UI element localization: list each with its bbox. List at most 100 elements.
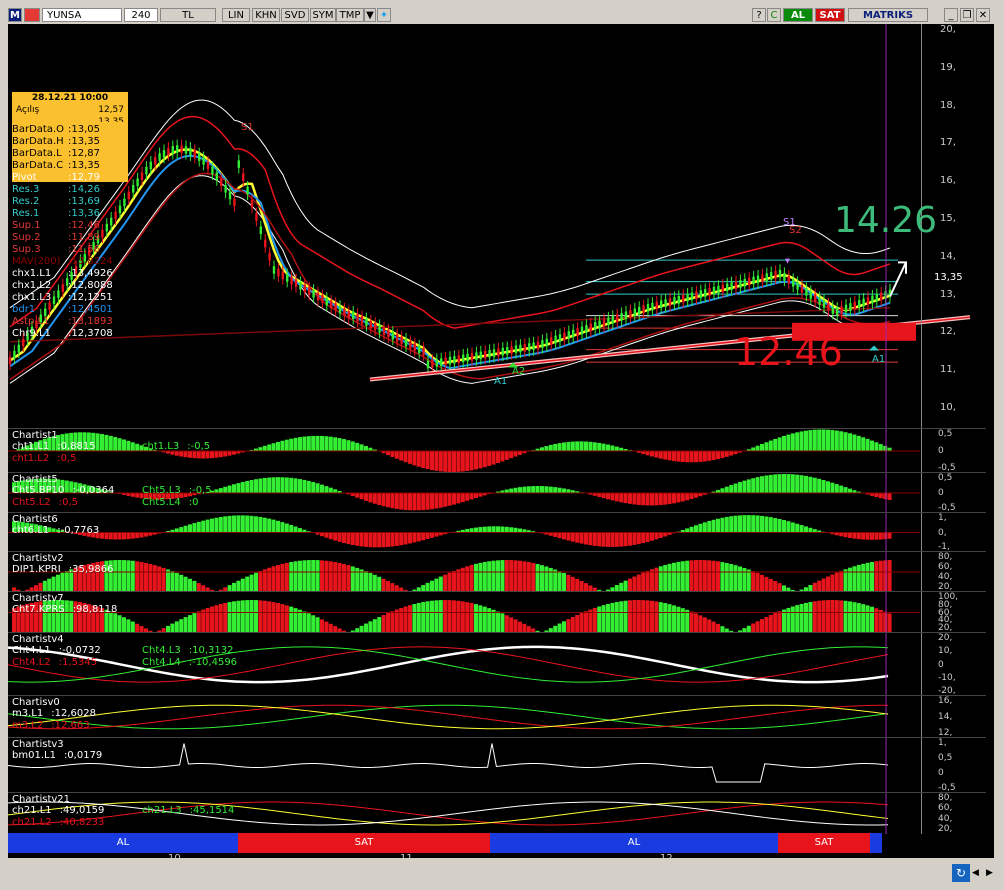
data-row-label: chx1.L1: [12, 268, 52, 279]
candle-body: [677, 296, 680, 304]
histogram-bar: [126, 532, 131, 540]
currency-select[interactable]: TL: [160, 8, 216, 22]
histogram-bar: [865, 605, 870, 633]
data-row-label: bdr1: [12, 304, 36, 315]
histogram-bar: [702, 617, 707, 633]
indicator-label-value: :0,8815: [57, 441, 96, 452]
histogram-bar: [113, 613, 118, 633]
svd-button[interactable]: SVD: [281, 8, 309, 22]
histogram-bar: [575, 441, 580, 451]
histogram-bar: [359, 569, 364, 592]
tmp-button[interactable]: TMP: [336, 8, 364, 22]
histogram-bar: [566, 441, 571, 451]
histogram-bar: [205, 519, 210, 533]
price-pane[interactable]: 20, 19, 18, 17, 16, 15, 14, 13, 12, 11, 10, 13,35 …: [8, 24, 986, 428]
nav-left-icon[interactable]: ◀: [972, 868, 982, 878]
dropdown-icon[interactable]: ▼: [364, 8, 376, 22]
data-row-label: Pivot: [12, 172, 37, 183]
histogram-bar: [227, 485, 232, 493]
indicator-pane-cht6[interactable]: Chartist6 cht6.L1:-0,7763 1, 0, -1,: [8, 512, 986, 552]
histogram-bar: [830, 574, 835, 592]
histogram-bar: [320, 435, 324, 451]
minimize-icon[interactable]: _: [944, 8, 958, 22]
indicator-pane-cht5[interactable]: Chartist5 Cht5.BP10:-0,0364 Cht5.L2:0,5 Cht…: [8, 472, 986, 513]
histogram-bar: [773, 518, 778, 533]
histogram-bar: [214, 517, 219, 533]
indicator-pane-dip[interactable]: Chartistv2 DIP1.KPRI:35,9866 80, 60, 40, 20,: [8, 551, 986, 592]
indicator-pane-bm01[interactable]: Chartistv3 bm01.L1:0,0179 1, 0,5 0 -0,5: [8, 737, 986, 793]
tooltip-open-value: 12,57: [98, 105, 124, 115]
histogram-bar: [812, 477, 817, 493]
histogram-bar: [469, 451, 474, 471]
histogram-bar: [808, 476, 813, 493]
indicator-pane-cht4[interactable]: Chartistv4 Cht4.L1:-0,0732 Cht4.L2:1,5345 C…: [8, 632, 986, 696]
histogram-bar: [531, 486, 536, 493]
histogram-bar: [764, 516, 769, 533]
indicator-pane-cht7[interactable]: Chartistv7 Cht7.KPRS:98,8118 100, 80, 60, 40,…: [8, 591, 986, 633]
indicator-pane-cht1[interactable]: Chartist1 cht1.L1:0,8815 cht1.L2:0,5 cht1.L…: [8, 428, 986, 473]
histogram-bar: [777, 611, 782, 633]
close-icon[interactable]: ✕: [976, 8, 990, 22]
indicator-pane-m3[interactable]: Chartisv0 m3.L1:12,6028 m3.L2:12,663 16, 14,…: [8, 695, 986, 738]
candle-body: [171, 146, 174, 154]
indicator-axis: 0,5 0 -0,5: [921, 429, 986, 473]
histogram-bar: [597, 442, 602, 451]
histogram-bar: [685, 451, 690, 463]
indicator-axis: 1, 0, -1,: [921, 513, 986, 552]
buy-button[interactable]: AL: [783, 8, 813, 22]
histogram-bar: [245, 600, 250, 633]
khn-button[interactable]: KHN: [252, 8, 280, 22]
histogram-bar: [584, 532, 588, 545]
histogram-bar: [716, 561, 720, 592]
m-logo-icon[interactable]: M: [8, 8, 22, 22]
histogram-bar: [764, 475, 769, 493]
histogram-bar: [887, 560, 892, 592]
candle-body: [413, 343, 416, 351]
histogram-bar: [324, 560, 329, 592]
indicator-pane-ch21[interactable]: Chartistv21 ch21.L1:49,0159 ch21.L2:40,823…: [8, 792, 986, 834]
candle-body: [554, 335, 557, 344]
histogram-bar: [720, 451, 725, 459]
indicator-label-name: ch21.L1: [12, 805, 52, 816]
histogram-bar: [496, 560, 500, 592]
histogram-bar: [205, 607, 210, 633]
nav-right-icon[interactable]: ▶: [986, 868, 996, 878]
symbol-input[interactable]: YUNSA: [42, 8, 122, 22]
histogram-bar: [878, 493, 883, 499]
histogram-bar: [315, 560, 320, 592]
data-row-label: BarData.C: [12, 160, 64, 171]
refresh-icon[interactable]: C: [767, 8, 781, 22]
histogram-bar: [773, 474, 778, 493]
histogram-bar: [663, 451, 668, 460]
indicator-title: Chartisv0: [12, 697, 60, 708]
histogram-bar: [654, 532, 659, 540]
histogram-bar: [724, 451, 729, 457]
candle-body: [281, 271, 284, 279]
sym-button[interactable]: SYM: [310, 8, 336, 22]
candle-body: [800, 285, 804, 293]
histogram-bar: [782, 520, 786, 533]
histogram-bar: [724, 516, 729, 533]
data-row-label: chx1.L2: [12, 280, 52, 291]
chart-area[interactable]: 20, 19, 18, 17, 16, 15, 14, 13, 12, 11, 10, 13,35 …: [8, 24, 994, 864]
flag-tr-icon[interactable]: [24, 8, 40, 22]
period-select[interactable]: 240: [124, 8, 158, 22]
signal-a1-left: A1: [494, 376, 508, 387]
candle-body: [712, 286, 716, 295]
histogram-bar: [240, 481, 245, 493]
restore-icon[interactable]: ❐: [960, 8, 974, 22]
histogram-bar: [839, 431, 844, 451]
histogram-bar: [276, 520, 280, 533]
sell-button[interactable]: SAT: [815, 8, 845, 22]
histogram-bar: [817, 429, 822, 451]
help-icon[interactable]: ?: [752, 8, 766, 22]
sync-icon[interactable]: ↻: [952, 864, 970, 882]
indicator-label: m3.L2:12,663: [12, 720, 90, 731]
scale-button[interactable]: LIN: [222, 8, 250, 22]
histogram-bar: [698, 523, 703, 533]
data-row: Pivot:12,79: [12, 172, 113, 184]
twitter-icon[interactable]: ✦: [377, 8, 391, 22]
histogram-bar: [135, 532, 140, 539]
histogram-bar: [328, 561, 333, 592]
histogram-bar: [782, 435, 786, 451]
